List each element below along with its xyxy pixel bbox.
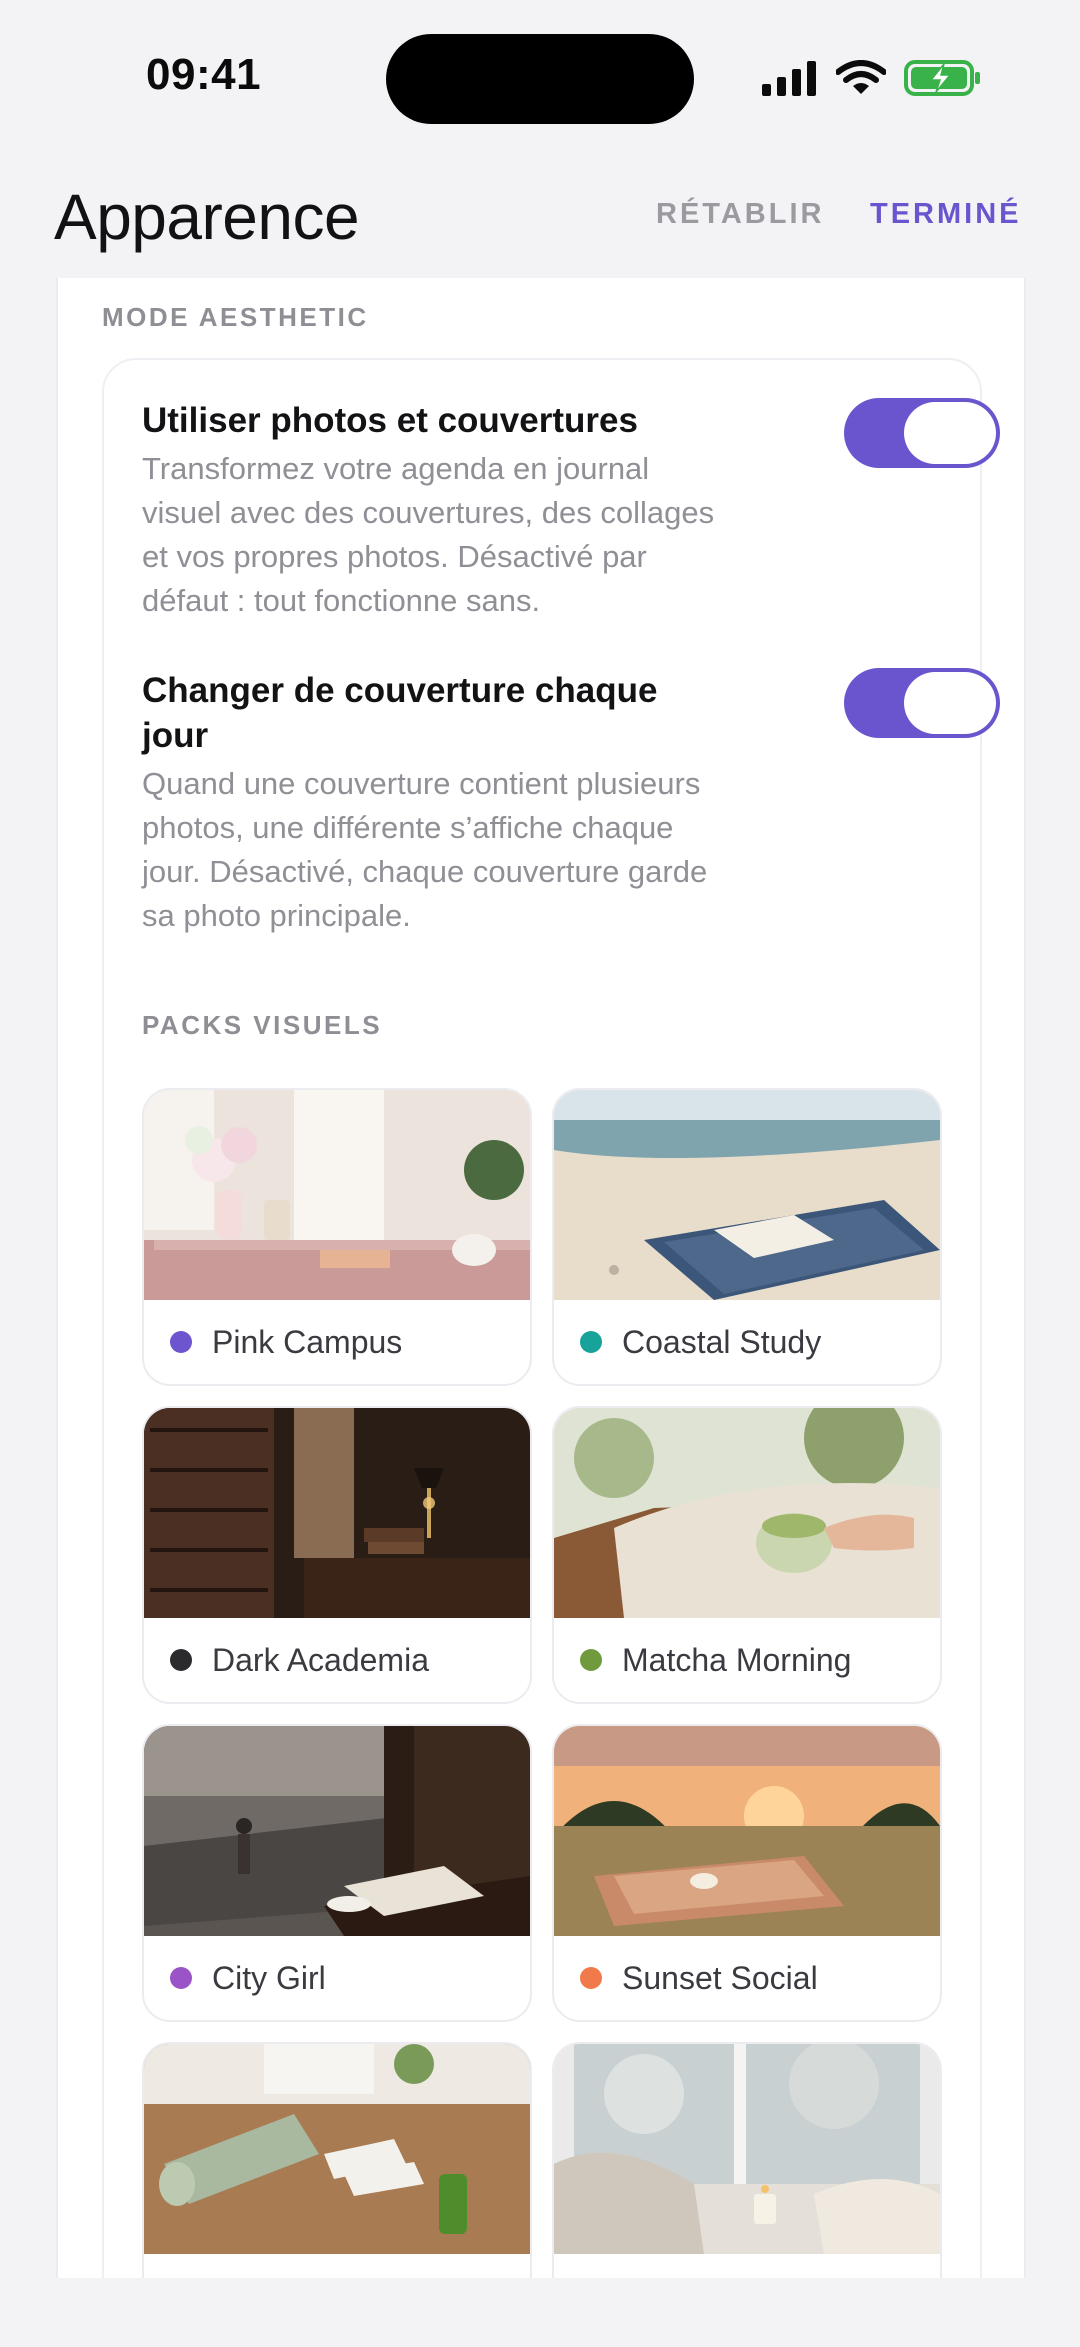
pack-thumbnail: [144, 2044, 530, 2254]
pack-card-matcha-morning[interactable]: Matcha Morning: [552, 1406, 942, 1704]
pack-label-row: Matcha Morning: [580, 1636, 851, 1684]
setting-description: Quand une couverture contient plusieurs …: [142, 766, 708, 933]
page-title: Apparence: [54, 181, 360, 253]
setting-daily-cover: Changer de couverture chaque jour Quand …: [142, 668, 942, 938]
wifi-icon: [836, 60, 886, 94]
status-bar: 09:41: [0, 0, 1080, 160]
pack-label-row: City Girl: [170, 1954, 326, 2002]
pack-name: Sunset Social: [622, 1959, 818, 1996]
pack-thumbnail: [554, 1408, 940, 1618]
signal-icon: [762, 61, 816, 96]
pack-color-dot: [170, 1331, 192, 1353]
pack-color-dot: [170, 1649, 192, 1671]
pack-color-dot: [580, 1331, 602, 1353]
pack-thumbnail: [554, 1726, 940, 1936]
status-icons: [762, 58, 982, 98]
setting-title: Changer de couverture chaque jour: [142, 671, 658, 755]
setting-photos-covers: Utiliser photos et couvertures Transform…: [142, 398, 942, 623]
setting-title: Utiliser photos et couvertures: [142, 401, 638, 440]
pack-name: City Girl: [212, 1959, 326, 1996]
pack-label-row: Dark Academia: [170, 1636, 429, 1684]
section-label-aesthetic: MODE AESTHETIC: [102, 302, 369, 332]
status-time: 09:41: [146, 50, 262, 99]
pack-thumbnail: [144, 1090, 530, 1300]
pack-name: Pink Campus: [212, 1323, 403, 1360]
pack-thumbnail: [144, 1408, 530, 1618]
battery-charging-icon: [904, 60, 980, 96]
pack-label-row: Pink Campus: [170, 1318, 402, 1366]
pack-color-dot: [580, 1649, 602, 1671]
pack-card-fitness[interactable]: [142, 2042, 532, 2278]
pack-label-row: Coastal Study: [580, 1318, 821, 1366]
pack-name: Dark Academia: [212, 1641, 429, 1678]
reset-button[interactable]: RÉTABLIR: [656, 198, 824, 231]
pack-thumbnail: [554, 1090, 940, 1300]
toggle-photos-covers[interactable]: [844, 398, 1000, 468]
toggle-daily-cover[interactable]: [844, 668, 1000, 738]
done-button[interactable]: TERMINÉ: [870, 198, 1022, 231]
pack-color-dot: [580, 1967, 602, 1989]
aesthetic-card: Utiliser photos et couvertures Transform…: [102, 358, 1000, 2278]
pack-color-dot: [170, 1967, 192, 1989]
pack-card-city-girl[interactable]: City Girl: [142, 1724, 532, 2022]
header: Apparence RÉTABLIR TERMINÉ: [0, 170, 1080, 270]
pack-card-coastal-study[interactable]: Coastal Study: [552, 1088, 942, 1386]
pack-card-dark-academia[interactable]: Dark Academia: [142, 1406, 532, 1704]
toggle-knob: [904, 402, 996, 464]
toggle-knob: [904, 672, 996, 734]
pack-thumbnail: [554, 2044, 940, 2254]
settings-panel: MODE AESTHETIC Utiliser photos et couver…: [56, 278, 1026, 2278]
section-label-packs: PACKS VISUELS: [142, 1010, 383, 1040]
pack-card-sunset-social[interactable]: Sunset Social: [552, 1724, 942, 2022]
pack-label-row: Sunset Social: [580, 1954, 818, 2002]
pack-card-winter[interactable]: [552, 2042, 942, 2278]
pack-name: Matcha Morning: [622, 1641, 852, 1678]
pack-name: Coastal Study: [622, 1323, 822, 1360]
setting-description: Transformez votre agenda en journal visu…: [142, 451, 715, 618]
dynamic-island: [386, 34, 694, 124]
pack-card-pink-campus[interactable]: Pink Campus: [142, 1088, 532, 1386]
pack-thumbnail: [144, 1726, 530, 1936]
